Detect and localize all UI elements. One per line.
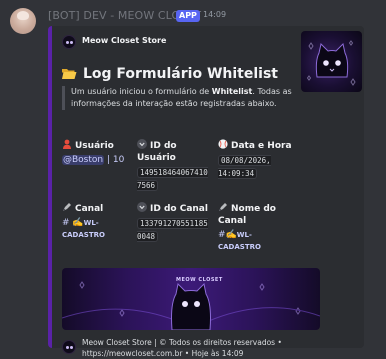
description-text: Um usuário iniciou o formulário de	[71, 87, 212, 96]
channel-hash: #	[62, 218, 73, 228]
embed-description: Um usuário iniciou o formulário de White…	[62, 86, 307, 110]
chevron-down-icon	[137, 139, 147, 149]
baseball-icon	[218, 139, 228, 149]
embed-title: Log Formulário Whitelist	[62, 66, 278, 82]
user-id-code[interactable]: 1495184640674107566	[137, 167, 208, 191]
banner-text: MEOW CLOSET	[176, 277, 223, 283]
description-suffix: .	[252, 87, 255, 96]
app-badge: APP	[176, 10, 200, 22]
footer-line1: Meow Closet Store | © Todos os direitos …	[82, 338, 282, 347]
store-logo-icon	[62, 35, 76, 49]
channel-name-value[interactable]: #✍️WL- CADASTRO	[218, 229, 288, 253]
field-id-canal: ID do Canal 1337912705511850048	[137, 202, 217, 243]
field-data-hora: Data e Hora 08/08/2026, 14:09:34	[218, 139, 308, 180]
footer-line2: https://meowcloset.com.br • Hoje às 14:0…	[82, 349, 244, 358]
field-name-id-canal: ID do Canal	[150, 204, 208, 214]
channel-hash: #	[218, 230, 226, 240]
footer-logo-icon	[62, 340, 76, 354]
embed-card: Meow Closet Store Log Formulário Whiteli…	[48, 26, 364, 358]
description-bold: Whitelist	[211, 87, 253, 96]
pen-nib-icon	[62, 202, 72, 212]
thumbnail-image[interactable]	[301, 31, 362, 92]
field-id-usuario: ID do Usuário 1495184640674107566	[137, 139, 217, 192]
field-usuario: Usuário @Boston | 10	[62, 139, 148, 166]
channel-link[interactable]: # ✍️WL- CADASTRO	[62, 217, 134, 241]
datetime-code[interactable]: 08/08/2026, 14:09:34	[218, 155, 271, 179]
embed-footer: Meow Closet Store | © Todos os direitos …	[82, 337, 358, 359]
hand-emoji-icon: ✍️	[72, 218, 84, 228]
hand-emoji-icon: ✍️	[225, 230, 237, 240]
user-icon	[62, 139, 72, 149]
field-name-data-hora: Data e Hora	[231, 141, 292, 151]
field-name-usuario: Usuário	[75, 141, 114, 151]
cat-logo-icon	[306, 40, 356, 86]
user-mention[interactable]: @Boston	[62, 155, 105, 165]
field-canal: Canal # ✍️WL- CADASTRO	[62, 202, 134, 241]
avatar[interactable]	[10, 8, 36, 34]
message-timestamp[interactable]: 14:09	[203, 10, 226, 19]
channel-id-code[interactable]: 1337912705511850048	[137, 218, 208, 242]
user-mention-suffix: | 10	[104, 155, 125, 165]
pen-nib-icon	[218, 202, 228, 212]
banner-image[interactable]: MEOW CLOSET	[62, 268, 320, 330]
embed-author-name: Meow Closet Store	[82, 36, 167, 45]
embed-title-text: Log Formulário Whitelist	[83, 66, 278, 82]
open-folder-icon	[62, 67, 77, 79]
chevron-down-icon	[137, 202, 147, 212]
field-name-canal: Canal	[75, 204, 104, 214]
field-nome-canal: Nome do Canal #✍️WL- CADASTRO	[218, 202, 288, 253]
